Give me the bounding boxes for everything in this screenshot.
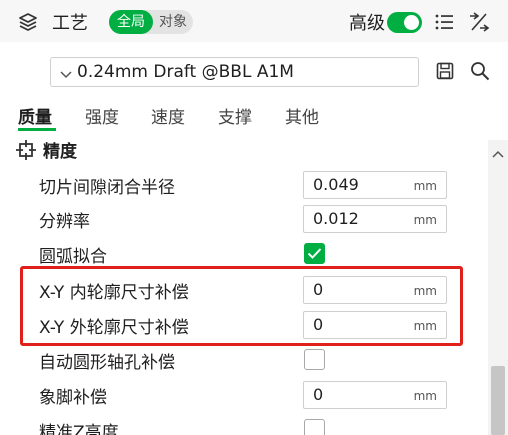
process-header: 工艺 全局 对象 高级 [0, 0, 508, 42]
toggle-knob [404, 15, 419, 30]
scope-global-option[interactable]: 全局 [109, 10, 153, 34]
auto-circle-hole-compensation-checkbox[interactable] [304, 349, 325, 370]
tab-quality[interactable]: 质量 [18, 103, 52, 128]
tab-speed[interactable]: 速度 [151, 103, 185, 128]
field-unit: mm [413, 179, 437, 193]
process-title: 工艺 [52, 13, 88, 34]
process-layers-icon [17, 11, 39, 33]
slice-gap-closing-radius-input[interactable]: 0.049 mm [303, 171, 447, 199]
advanced-label: 高级 [349, 13, 385, 34]
elephant-foot-compensation-input[interactable]: 0 mm [303, 381, 447, 409]
field-value: 0 [313, 385, 324, 404]
advanced-toggle[interactable] [387, 12, 422, 33]
scrollbar-thumb[interactable] [491, 366, 505, 435]
precise-z-height-checkbox[interactable] [304, 419, 325, 435]
arc-fitting-checkbox[interactable] [304, 243, 325, 264]
collapse-arrows-icon[interactable] [468, 11, 490, 33]
setting-label-elephant-foot-compensation: 象脚补偿 [39, 388, 107, 408]
setting-label-auto-circle-hole-compensation: 自动圆形轴孔补偿 [39, 353, 175, 373]
scope-switch[interactable]: 全局 对象 [109, 10, 193, 34]
field-unit: mm [413, 389, 437, 403]
section-title: 精度 [43, 142, 77, 162]
field-value: 0.049 [313, 175, 359, 194]
chevron-down-icon [59, 66, 73, 80]
save-icon[interactable] [435, 61, 455, 81]
scope-object-option[interactable]: 对象 [155, 10, 191, 34]
scroll-up-icon[interactable] [491, 144, 505, 158]
setting-label-arc-fitting: 圆弧拟合 [39, 247, 107, 267]
preset-dropdown[interactable]: 0.24mm Draft @BBL A1M [50, 57, 419, 87]
field-unit: mm [413, 213, 437, 227]
field-value: 0.012 [313, 209, 359, 228]
resolution-input[interactable]: 0.012 mm [303, 205, 447, 233]
tab-strength[interactable]: 强度 [85, 103, 119, 128]
search-icon[interactable] [469, 60, 491, 82]
tab-support[interactable]: 支撑 [218, 103, 252, 128]
tab-others[interactable]: 其他 [285, 103, 319, 128]
precision-icon [16, 140, 36, 160]
preset-name: 0.24mm Draft @BBL A1M [77, 62, 294, 82]
settings-tabs: 质量 强度 速度 支撑 其他 [0, 100, 508, 132]
setting-label-slice-gap-closing-radius: 切片间隙闭合半径 [39, 178, 175, 198]
setting-label-precise-z-height: 精准Z高度 [39, 423, 119, 435]
active-tab-indicator [18, 128, 56, 131]
list-view-icon[interactable] [434, 12, 454, 32]
setting-label-resolution: 分辨率 [39, 212, 90, 232]
highlight-box [20, 266, 463, 346]
